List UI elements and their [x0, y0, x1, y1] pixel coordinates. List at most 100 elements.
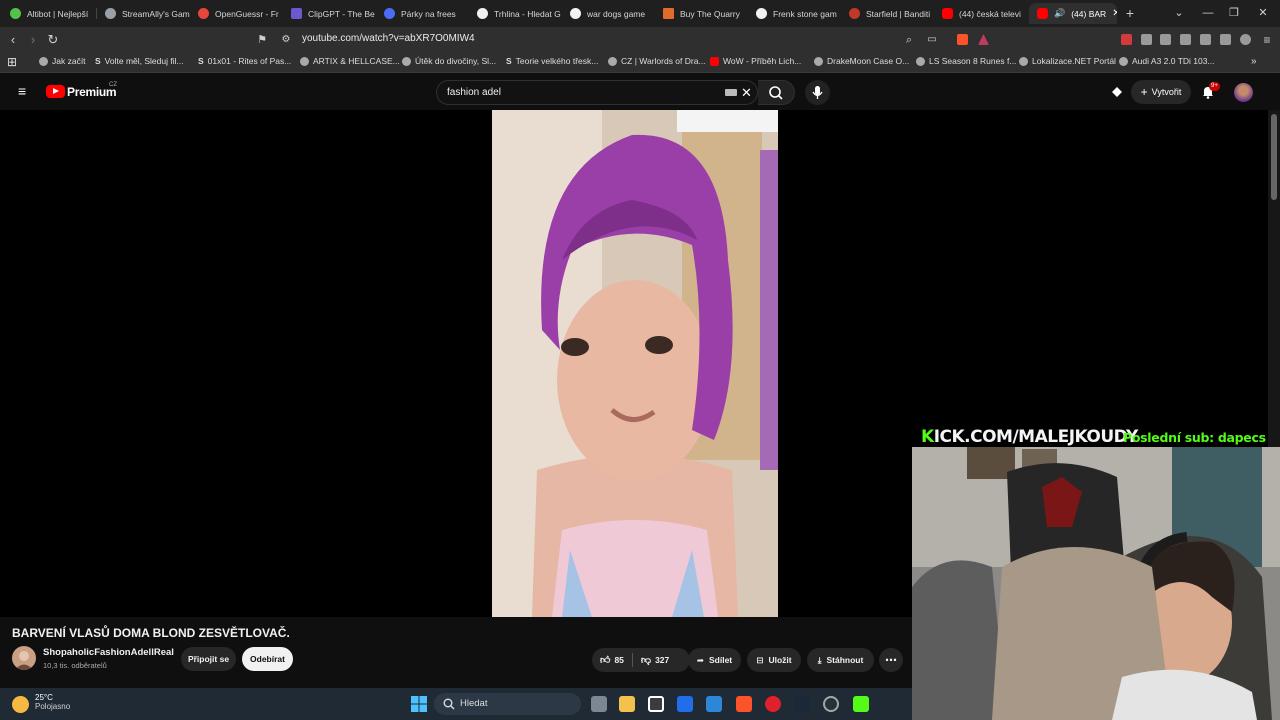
- wallet-icon[interactable]: [1200, 34, 1211, 45]
- brave-rewards-icon[interactable]: [978, 34, 989, 45]
- extensions-icon[interactable]: [1141, 34, 1152, 45]
- more-bookmarks-icon[interactable]: »: [1251, 56, 1257, 67]
- tab-openguessr[interactable]: OpenGuessr - Fr: [190, 3, 283, 24]
- minimize-icon[interactable]: —: [1200, 5, 1216, 21]
- voice-search-button[interactable]: [805, 80, 830, 105]
- channel-avatar[interactable]: [12, 646, 36, 670]
- zoom-icon[interactable]: ⌕: [901, 32, 917, 48]
- last-subscriber-label: Poslední sub: dapecs: [1123, 430, 1266, 445]
- url-field[interactable]: youtube.com/watch?v=abXR7O0MIW4: [302, 33, 475, 44]
- extension-red-icon[interactable]: [1121, 34, 1132, 45]
- bookmark-item[interactable]: LS Season 8 Runes f...: [916, 56, 1016, 66]
- tab-starfield[interactable]: Starfield | Banditi: [841, 3, 934, 24]
- store-icon: [663, 8, 674, 19]
- speaker-icon: 🔊: [1054, 8, 1066, 18]
- tab-trhlina[interactable]: Trhlina - Hledat G: [469, 3, 562, 24]
- bookmark-item[interactable]: S Volte měl, Sleduj fil...: [95, 56, 184, 66]
- download-icon: ⤓: [817, 654, 822, 665]
- tab-frenk[interactable]: Frenk stone gam: [748, 3, 841, 24]
- google-icon: [477, 8, 488, 19]
- video-frame[interactable]: [492, 110, 778, 617]
- maximize-icon[interactable]: ❐: [1226, 5, 1242, 21]
- reload-icon[interactable]: ↻: [45, 32, 61, 48]
- music-icon[interactable]: [1160, 34, 1171, 45]
- bookmark-item[interactable]: ARTIX & HELLCASE...: [300, 56, 400, 66]
- bookmark-item[interactable]: Audi A3 2.0 TDi 103...: [1119, 56, 1215, 66]
- tab-list-chevron-icon[interactable]: ⌄: [1171, 5, 1187, 21]
- share-button[interactable]: ➦ Sdílet: [688, 648, 741, 672]
- plus-icon: +: [1140, 85, 1148, 99]
- tab-parky[interactable]: Párky na frees: [376, 3, 469, 24]
- outlook-icon[interactable]: [677, 696, 693, 712]
- bookmark-item[interactable]: DrakeMoon Case O...: [814, 56, 909, 66]
- sidebar-icon[interactable]: [1180, 34, 1191, 45]
- file-explorer-icon[interactable]: [619, 696, 635, 712]
- task-view-icon[interactable]: [591, 696, 607, 712]
- keyboard-icon[interactable]: [725, 89, 737, 96]
- bookmark-item[interactable]: Lokalizace.NET Portál: [1019, 56, 1116, 66]
- leo-ai-icon[interactable]: [1220, 34, 1231, 45]
- vpn-icon[interactable]: [1240, 34, 1251, 45]
- tab-streamally[interactable]: StreamAlly's Gam: [97, 3, 190, 24]
- photos-icon[interactable]: [706, 696, 722, 712]
- clear-search-icon[interactable]: ✕: [741, 85, 752, 101]
- globe-icon: [1019, 56, 1028, 66]
- cast-device-icon[interactable]: [1110, 85, 1124, 99]
- store-icon[interactable]: [648, 696, 664, 712]
- join-button[interactable]: Připojit se: [181, 647, 236, 671]
- subscribe-button[interactable]: Odebírat: [242, 647, 293, 671]
- site-info-icon[interactable]: ⚙: [278, 32, 294, 48]
- more-actions-icon[interactable]: ⋯: [879, 648, 903, 672]
- search-input[interactable]: fashion adel ✕: [436, 80, 758, 105]
- like-count[interactable]: 85: [614, 655, 623, 665]
- thumbs-down-icon[interactable]: 👎︎: [641, 654, 651, 666]
- tab-active-youtube[interactable]: 🔊 (44) BAR ✕: [1029, 3, 1117, 24]
- region-code: CZ: [109, 82, 117, 88]
- brave-browser-icon[interactable]: [736, 696, 752, 712]
- tab-altibot[interactable]: Altibot | Nejlepší: [2, 3, 96, 24]
- thumbs-up-icon[interactable]: 👍︎: [600, 654, 610, 666]
- dislike-count[interactable]: 327: [655, 655, 669, 665]
- bookmark-item[interactable]: Útěk do divočiny, Sl...: [402, 56, 496, 66]
- bookmark-item[interactable]: CZ | Warlords of Dra...: [608, 56, 706, 66]
- apps-grid-icon[interactable]: ⊞: [7, 55, 17, 69]
- globe-icon: [916, 56, 925, 66]
- window-close-icon[interactable]: ✕: [1255, 5, 1271, 21]
- search-button[interactable]: [758, 80, 795, 105]
- windows-start-icon[interactable]: [411, 696, 427, 712]
- menu-icon[interactable]: ≡: [1259, 32, 1275, 48]
- bookmark-item[interactable]: S Teorie velkého třesk...: [506, 56, 598, 66]
- webcam-image: [912, 447, 1280, 720]
- new-tab-icon[interactable]: +: [1122, 5, 1138, 21]
- tab-war-dogs[interactable]: war dogs game: [562, 3, 655, 24]
- youtube-logo-icon[interactable]: [46, 85, 65, 98]
- weather-widget[interactable]: 25°C Polojasno: [12, 693, 70, 713]
- bookmark-item[interactable]: Jak začít: [39, 56, 86, 66]
- globe-icon: [300, 56, 309, 66]
- forward-icon[interactable]: ›: [25, 32, 41, 48]
- bookmark-item[interactable]: WoW - Příběh Lich...: [710, 56, 801, 66]
- taskbar-search[interactable]: Hledat: [434, 693, 581, 715]
- channel-name[interactable]: ShopaholicFashionAdellReal: [43, 647, 174, 658]
- cast-icon[interactable]: ▭: [924, 32, 940, 48]
- scrollbar-thumb[interactable]: [1271, 114, 1277, 200]
- download-button[interactable]: ⤓ Stáhnout: [807, 648, 874, 672]
- obs-studio-icon[interactable]: [823, 696, 839, 712]
- bookmark-item[interactable]: S 01x01 - Rites of Pas...: [198, 56, 291, 66]
- play-icon: [53, 88, 59, 94]
- tab-clipgpt[interactable]: ClipGPT - The Be: [283, 3, 376, 24]
- altibot-icon: [10, 8, 21, 19]
- create-button[interactable]: + Vytvořit: [1131, 80, 1191, 104]
- back-icon[interactable]: ‹: [5, 32, 21, 48]
- save-button[interactable]: ⊟ Uložit: [747, 648, 801, 672]
- kick-app-icon[interactable]: [853, 696, 869, 712]
- bookmark-icon[interactable]: ⚑: [254, 32, 270, 48]
- close-tab-icon[interactable]: ✕: [1112, 8, 1117, 19]
- tab-ceska-televize[interactable]: (44) česká televi: [934, 3, 1027, 24]
- steam-icon[interactable]: [794, 696, 810, 712]
- brave-shield-icon[interactable]: [957, 34, 968, 45]
- account-avatar[interactable]: [1234, 83, 1253, 102]
- hamburger-menu-icon[interactable]: ≡: [18, 84, 26, 98]
- media-player-icon[interactable]: [765, 696, 781, 712]
- tab-quarry[interactable]: Buy The Quarry: [655, 3, 748, 24]
